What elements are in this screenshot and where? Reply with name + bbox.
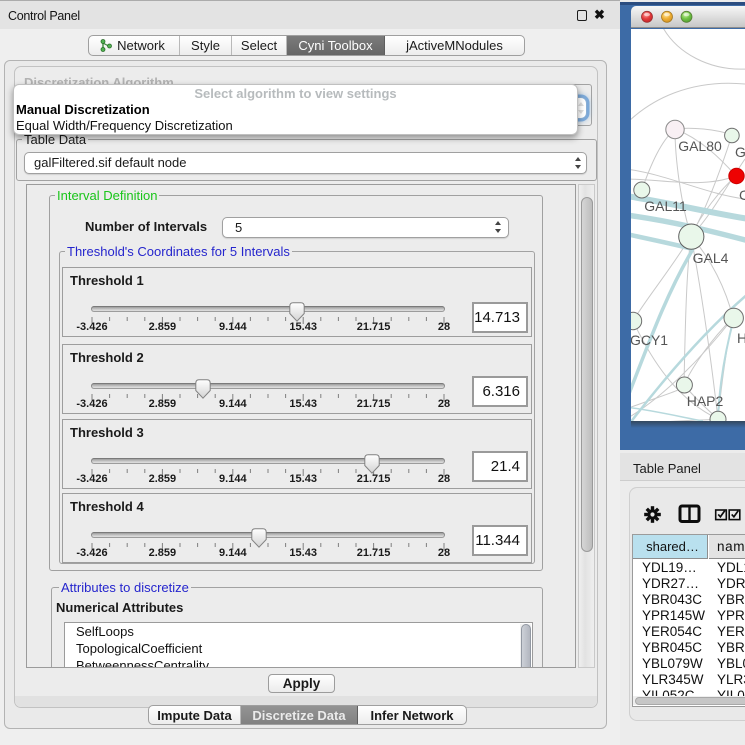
- svg-text:GAL80: GAL80: [678, 138, 722, 154]
- svg-text:GAL11: GAL11: [644, 198, 687, 214]
- svg-text:GCY1: GCY1: [631, 332, 668, 348]
- svg-text:HAP2: HAP2: [687, 393, 724, 409]
- svg-text:GAL80: GAL80: [735, 144, 745, 160]
- svg-text:GAL4: GAL4: [693, 250, 729, 266]
- svg-text:HA: HA: [737, 330, 745, 346]
- svg-text:CD: CD: [739, 187, 745, 203]
